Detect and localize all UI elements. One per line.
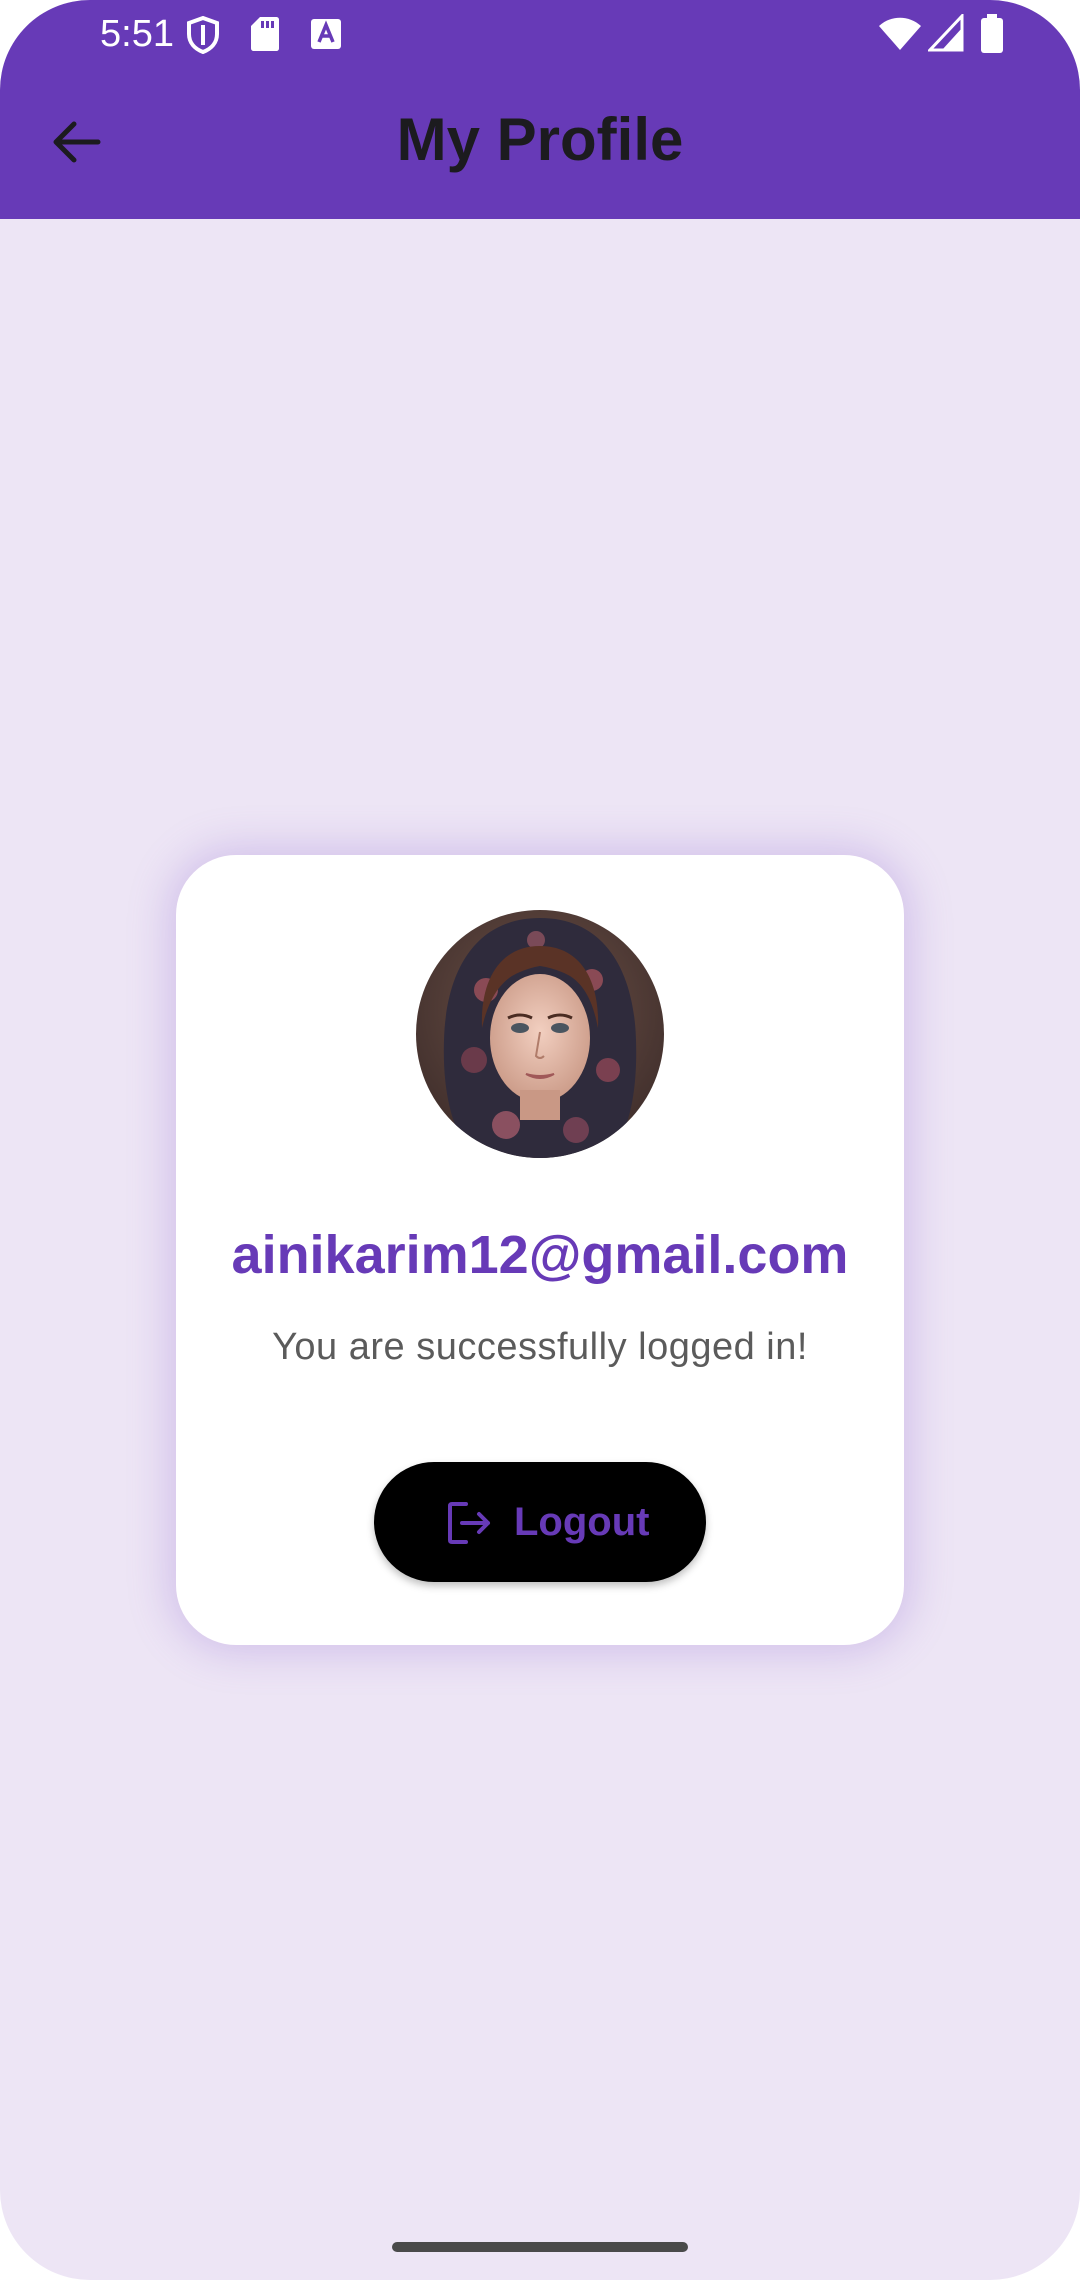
top-app-bar: 5:51 My Profile xyxy=(0,0,1080,219)
wifi-icon xyxy=(879,17,921,50)
home-indicator[interactable] xyxy=(392,2242,688,2252)
logout-icon xyxy=(448,1502,490,1544)
page-title: My Profile xyxy=(396,106,684,173)
signal-icon xyxy=(928,14,964,52)
user-email: ainikarim12@gmail.com xyxy=(231,1225,849,1285)
avatar xyxy=(416,910,664,1158)
profile-photo xyxy=(416,910,664,1158)
login-success-message: You are successfully logged in! xyxy=(272,1326,808,1368)
profile-card: ainikarim12@gmail.com You are successful… xyxy=(176,855,904,1645)
sd-card-icon xyxy=(251,17,279,51)
status-bar: 5:51 xyxy=(0,0,1080,68)
status-time: 5:51 xyxy=(100,13,174,55)
font-a-icon xyxy=(311,19,341,49)
battery-icon xyxy=(981,14,1003,53)
logout-button[interactable]: Logout xyxy=(374,1462,706,1582)
screen: 5:51 My Profile ainikarim12@gmail.com Yo… xyxy=(0,0,1080,2280)
logout-label: Logout xyxy=(514,1500,650,1544)
shield-icon xyxy=(187,16,219,54)
